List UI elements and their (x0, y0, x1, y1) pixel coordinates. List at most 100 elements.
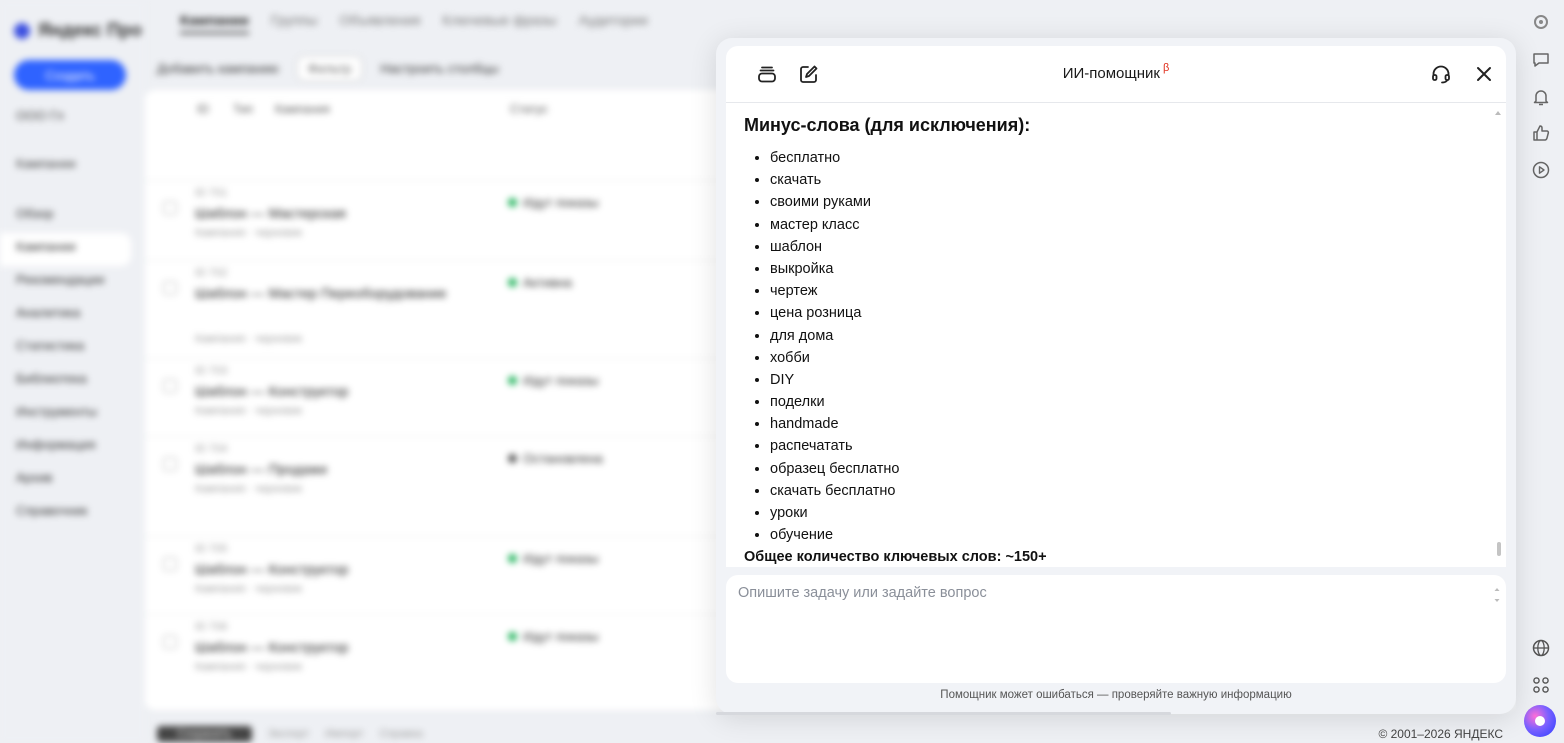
row-checkbox[interactable] (163, 635, 177, 649)
chat-icon[interactable] (1530, 49, 1552, 71)
tab[interactable]: Аудитории (579, 12, 648, 34)
table-header[interactable]: Статус (510, 102, 548, 116)
list-item: чертеж (770, 280, 899, 302)
beta-mark: β (1162, 62, 1170, 74)
list-item: бесплатно (770, 147, 899, 169)
status-text: Идут показы (523, 195, 599, 210)
status-text: Активна (523, 275, 573, 290)
row-status: Идут показы (508, 195, 599, 210)
copyright: © 2001–2026 ЯНДЕКС (1378, 727, 1503, 741)
sidebar-item[interactable]: Статистика (0, 332, 145, 365)
list-item: поделки (770, 391, 899, 413)
sidebar-nav: Обзор Кампании Рекомендации Аналитика Ст… (0, 200, 145, 530)
row-id: ID 706 (195, 621, 228, 633)
columns-button[interactable]: Настроить столбцы (380, 61, 498, 76)
sidebar-item[interactable]: Архив (0, 464, 145, 497)
row-name[interactable]: Шаблон — Мастер Переоборудование (195, 285, 485, 301)
list-item: обучение (770, 524, 899, 546)
row-sub: Кампания · черновик (195, 661, 303, 673)
close-button[interactable] (1471, 61, 1497, 87)
account-label[interactable]: ООО Гл (16, 108, 64, 123)
keyword-total: Общее количество ключевых слов: ~150+ (744, 549, 1047, 565)
sidebar-item[interactable]: Кампании (0, 233, 131, 266)
filter-input[interactable]: Фильтр (296, 56, 363, 81)
footer-link[interactable]: Импорт (325, 728, 363, 740)
bottom-bar: Сохранить Экспорт Импорт Справка (157, 726, 423, 742)
input-resize-icon[interactable] (1494, 587, 1500, 603)
row-sub: Кампания · черновик (195, 405, 303, 417)
list-item: скачать бесплатно (770, 480, 899, 502)
row-status: Идут показы (508, 551, 599, 566)
bell-icon[interactable] (1530, 86, 1552, 108)
create-button[interactable]: Создать (14, 60, 126, 90)
row-checkbox[interactable] (163, 379, 177, 393)
message-input-box (726, 575, 1510, 695)
sidebar-item[interactable]: Рекомендации (0, 266, 145, 299)
status-dot (508, 632, 517, 641)
sidebar-item[interactable]: Справочник (0, 497, 145, 530)
sidebar-item[interactable]: Информация (0, 431, 145, 464)
row-checkbox[interactable] (163, 557, 177, 571)
row-checkbox[interactable] (163, 281, 177, 295)
sidebar-item[interactable]: Библиотека (0, 365, 145, 398)
status-dot (508, 554, 517, 563)
table-header[interactable]: Кампания (275, 102, 330, 116)
settings-icon[interactable] (1530, 11, 1552, 33)
globe-icon[interactable] (1530, 637, 1552, 659)
tab[interactable]: Ключевые фразы (442, 12, 556, 34)
row-checkbox[interactable] (163, 201, 177, 215)
support-button[interactable] (1428, 61, 1454, 87)
tabs: Кампании Группы Объявления Ключевые фраз… (180, 12, 648, 34)
alice-icon[interactable] (1524, 705, 1556, 737)
row-checkbox[interactable] (163, 457, 177, 471)
row-sub: Кампания · черновик (195, 227, 303, 239)
row-sub: Кампания · черновик (195, 583, 303, 595)
sidebar-item[interactable]: Обзор (0, 200, 145, 233)
right-rail (1516, 0, 1564, 743)
list-item: скачать (770, 169, 899, 191)
sidebar-item[interactable]: Инструменты (0, 398, 145, 431)
table-header[interactable]: ID (197, 102, 209, 116)
row-name[interactable]: Шаблон — Конструктор (195, 639, 485, 655)
row-sub: Кампания · черновик (195, 483, 303, 495)
status-dot (508, 454, 517, 463)
footer-link[interactable]: Экспорт (268, 728, 309, 740)
tab[interactable]: Объявления (339, 12, 420, 34)
list-item: мастер класс (770, 214, 899, 236)
status-dot (508, 198, 517, 207)
scroll-up-icon[interactable] (1495, 111, 1501, 115)
sidebar-item[interactable]: Аналитика (0, 299, 145, 332)
footer-link[interactable]: Сохранить (157, 726, 252, 742)
row-id: ID 702 (195, 267, 228, 279)
footer-link[interactable]: Справка (379, 728, 422, 740)
row-name[interactable]: Шаблон — Продажи (195, 461, 485, 477)
grid-icon[interactable] (1530, 674, 1552, 696)
tab[interactable]: Группы (271, 12, 318, 34)
left-sidebar: Яндекс Про Создать ООО Гл Кампании Обзор… (0, 0, 145, 743)
add-campaign-button[interactable]: Добавить кампанию (157, 61, 279, 76)
disclaimer: Помощник может ошибаться — проверяйте ва… (940, 689, 1292, 701)
status-dot (508, 376, 517, 385)
row-name[interactable]: Шаблон — Конструктор (195, 561, 485, 577)
play-icon[interactable] (1530, 159, 1552, 181)
chat-scrollbar[interactable] (1495, 107, 1504, 563)
assistant-panel: ИИ-помощникβ — — — — — — — — Минус-слова… (716, 38, 1516, 715)
table-header[interactable]: Тип (233, 102, 253, 116)
row-id: ID 701 (195, 187, 228, 199)
status-text: Идут показы (523, 629, 599, 644)
horizontal-scrollbar[interactable] (716, 712, 1171, 715)
scroll-thumb[interactable] (1497, 542, 1501, 556)
message-input[interactable] (726, 575, 1510, 695)
row-name[interactable]: Шаблон — Мастерская (195, 205, 485, 221)
logo[interactable]: Яндекс Про (14, 20, 142, 41)
status-text: Идут показы (523, 373, 599, 388)
status-text: Остановлена (523, 451, 603, 466)
list-item: своими руками (770, 191, 899, 213)
list-item: распечатать (770, 435, 899, 457)
budget-label[interactable]: Кампании (16, 156, 76, 171)
list-item: цена розница (770, 302, 899, 324)
tab[interactable]: Кампании (180, 12, 249, 34)
row-name[interactable]: Шаблон — Конструктор (195, 383, 485, 399)
chat-messages[interactable]: — — — — — — — — Минус-слова (для исключе… (726, 103, 1506, 567)
thumbs-up-icon[interactable] (1530, 122, 1552, 144)
